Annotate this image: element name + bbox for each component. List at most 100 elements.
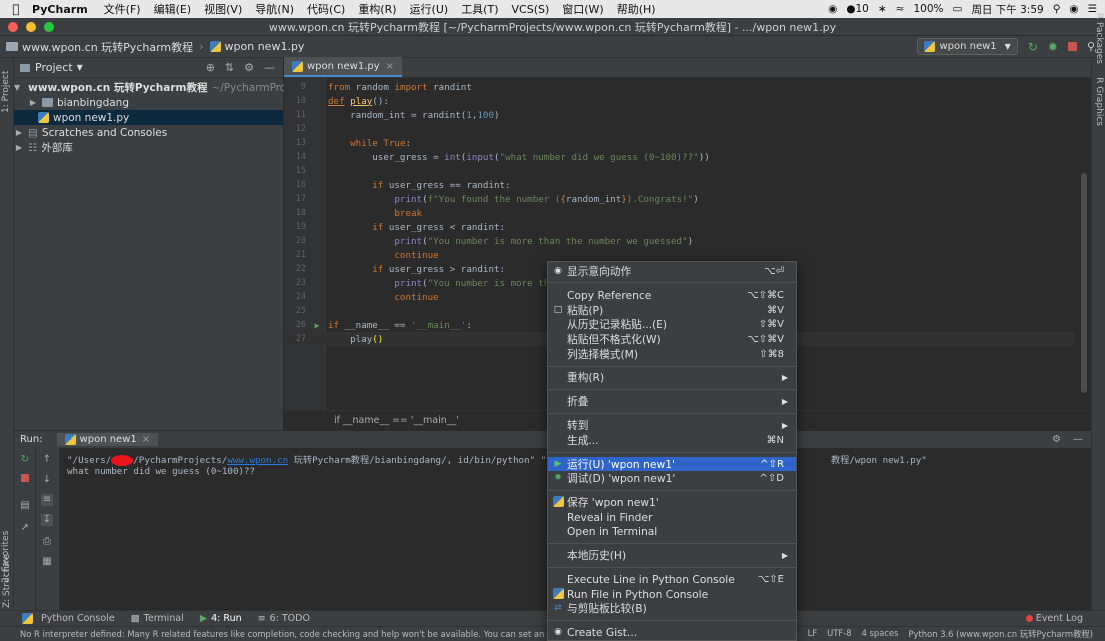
tool-python-console[interactable]: Python Console xyxy=(22,613,115,624)
collapse-arrow-icon[interactable]: ▶ xyxy=(28,98,38,107)
menu-item-open-terminal[interactable]: Open in Terminal xyxy=(548,524,796,538)
tool-tab-project[interactable]: 1: Project xyxy=(1,71,11,113)
tool-tab-structure[interactable]: Z: Structure xyxy=(2,554,12,608)
wechat-icon[interactable]: ◉ xyxy=(828,3,837,15)
app-menu[interactable]: PyCharm xyxy=(32,3,88,16)
tree-item-wpon-new1[interactable]: wpon new1.py xyxy=(14,110,283,125)
console-link[interactable]: www.wpon.cn xyxy=(227,455,288,466)
menu-refactor[interactable]: 重构(R) xyxy=(358,1,396,17)
menu-item-execute-line-console[interactable]: Execute Line in Python Console ⌥⇧E xyxy=(548,572,796,586)
menu-window[interactable]: 窗口(W) xyxy=(562,1,603,17)
debug-icon[interactable]: ✹ xyxy=(1048,40,1058,54)
hide-icon[interactable]: — xyxy=(264,61,275,74)
menu-item-debug[interactable]: ✹ 调试(D) 'wpon new1' ^⇧D xyxy=(548,471,796,485)
tool-tab-r-graphics[interactable]: R Graphics xyxy=(1094,77,1104,126)
collapse-arrow-icon[interactable]: ▶ xyxy=(14,143,24,152)
menu-item-paste-plain[interactable]: 粘贴但不格式化(W) ⌥⇧⌘V xyxy=(548,332,796,346)
menu-item-refactor[interactable]: 重构(R) ▶ xyxy=(548,370,796,384)
status-message[interactable]: No R interpreter defined: Many R related… xyxy=(20,629,604,639)
zoom-window-button[interactable] xyxy=(44,22,54,32)
menu-item-run[interactable]: ▶ 运行(U) 'wpon new1' ^⇧R xyxy=(548,457,796,471)
submenu-arrow-icon: ▶ xyxy=(781,550,788,560)
bluetooth-icon[interactable]: ∗ xyxy=(878,3,887,15)
menu-item-save-config[interactable]: 保存 'wpon new1' xyxy=(548,495,796,509)
stop-icon[interactable] xyxy=(1067,42,1077,51)
soft-wrap-icon[interactable]: ≡ xyxy=(41,494,53,506)
scroll-down-icon[interactable]: ↓ xyxy=(41,474,53,486)
gear-icon[interactable]: ⚙ xyxy=(244,61,254,74)
menu-item-compare-clipboard[interactable]: ⇄ 与剪贴板比较(B) xyxy=(548,601,796,615)
menu-run[interactable]: 运行(U) xyxy=(410,1,449,17)
run-configuration-select[interactable]: wpon new1 ▼ xyxy=(917,38,1018,55)
restore-layout-icon[interactable]: ▤ xyxy=(19,500,31,512)
chevron-down-icon[interactable]: ▼ xyxy=(77,63,83,72)
run-gutter-icon[interactable]: ▶ xyxy=(310,321,324,330)
breadcrumb-file[interactable]: wpon new1.py xyxy=(209,40,304,53)
menu-item-generate[interactable]: 生成... ⌘N xyxy=(548,433,796,447)
menu-item-paste-history[interactable]: 从历史记录粘贴...(E) ⇧⌘V xyxy=(548,317,796,331)
rerun-icon[interactable]: ↻ xyxy=(1028,40,1038,54)
menu-vcs[interactable]: VCS(S) xyxy=(512,3,550,16)
menu-item-column-selection[interactable]: 列选择模式(M) ⇧⌘8 xyxy=(548,347,796,361)
menu-item-folding[interactable]: 折叠 ▶ xyxy=(548,394,796,408)
menu-item-create-gist[interactable]: ◉ Create Gist... xyxy=(548,625,796,639)
interpreter-widget[interactable]: Python 3.6 (www.wpon.cn 玩转Pycharm教程) xyxy=(909,628,1094,640)
qq-icon[interactable]: ●10 xyxy=(846,3,869,15)
menu-item-goto[interactable]: 转到 ▶ xyxy=(548,418,796,432)
menu-edit[interactable]: 编辑(E) xyxy=(154,1,192,17)
tool-tab-r-packages[interactable]: R Packages xyxy=(1094,13,1104,64)
project-panel-title[interactable]: Project xyxy=(35,61,73,74)
line-separator-widget[interactable]: LF xyxy=(808,628,817,640)
encoding-widget[interactable]: UTF-8 xyxy=(827,628,851,640)
tree-item-project-root[interactable]: ▼ www.wpon.cn 玩转Pycharm教程 ~/PycharmProje… xyxy=(14,80,306,95)
tree-item-bianbingdang[interactable]: ▶ bianbingdang xyxy=(14,95,283,110)
rerun-icon[interactable]: ↻ xyxy=(19,454,31,466)
trash-icon[interactable]: ▦ xyxy=(41,556,53,568)
gear-icon[interactable]: ⚙ xyxy=(1052,434,1061,445)
battery-percent[interactable]: 100% xyxy=(913,3,943,15)
tool-run[interactable]: ▶ 4: Run xyxy=(200,613,242,624)
expand-arrow-icon[interactable]: ▼ xyxy=(14,83,20,92)
editor-tab-wpon-new1[interactable]: wpon new1.py × xyxy=(284,57,403,77)
scroll-up-icon[interactable]: ↑ xyxy=(41,454,53,466)
hide-icon[interactable]: — xyxy=(1073,434,1083,445)
menu-item-show-intention[interactable]: ◉ 显示意向动作 ⌥⏎ xyxy=(548,264,796,278)
menu-file[interactable]: 文件(F) xyxy=(104,1,141,17)
pin-icon[interactable]: ➚ xyxy=(19,522,31,534)
menu-item-copy-reference[interactable]: Copy Reference ⌥⇧⌘C xyxy=(548,288,796,302)
run-tab-wpon-new1[interactable]: wpon new1 × xyxy=(56,433,159,446)
close-window-button[interactable] xyxy=(8,22,18,32)
menu-item-local-history[interactable]: 本地历史(H) ▶ xyxy=(548,548,796,562)
stop-icon[interactable] xyxy=(19,474,31,486)
apple-menu-icon[interactable]:  xyxy=(0,2,32,16)
menu-item-paste[interactable]: □ 粘贴(P) ⌘V xyxy=(548,303,796,317)
tree-item-scratches[interactable]: ▶ ▤ Scratches and Consoles xyxy=(14,125,283,140)
spotlight-search-icon[interactable]: ⚲ xyxy=(1053,3,1061,15)
tool-terminal[interactable]: ▩ Terminal xyxy=(131,613,184,624)
menu-item-reveal-finder[interactable]: Reveal in Finder xyxy=(548,510,796,524)
close-tab-icon[interactable]: × xyxy=(142,434,150,445)
tool-event-log[interactable]: Event Log xyxy=(1025,613,1105,624)
locate-icon[interactable]: ⊕ xyxy=(206,61,215,74)
menu-navigate[interactable]: 导航(N) xyxy=(255,1,294,17)
clock[interactable]: 周日 下午 3:59 xyxy=(971,2,1043,17)
print-icon[interactable]: ⎙ xyxy=(41,536,53,548)
menu-help[interactable]: 帮助(H) xyxy=(617,1,656,17)
breadcrumb-project[interactable]: www.wpon.cn 玩转Pycharm教程 xyxy=(6,39,193,55)
tree-item-external-libraries[interactable]: ▶ ☷ 外部库 xyxy=(14,140,283,155)
editor-scrollbar[interactable] xyxy=(1081,173,1087,393)
close-tab-icon[interactable]: × xyxy=(386,61,394,72)
tool-todo[interactable]: ≡ 6: TODO xyxy=(258,613,310,624)
siri-icon[interactable]: ◉ xyxy=(1069,3,1078,15)
collapse-arrow-icon[interactable]: ▶ xyxy=(14,128,24,137)
minimize-window-button[interactable] xyxy=(26,22,36,32)
menu-item-run-file-console[interactable]: Run File in Python Console xyxy=(548,587,796,601)
menu-code[interactable]: 代码(C) xyxy=(307,1,345,17)
collapse-all-icon[interactable]: ⇅ xyxy=(225,61,234,74)
wifi-icon[interactable]: ≈ xyxy=(896,3,905,15)
python-icon xyxy=(553,588,564,600)
scroll-to-end-icon[interactable]: ↧ xyxy=(41,514,53,526)
menu-tools[interactable]: 工具(T) xyxy=(461,1,498,17)
indent-widget[interactable]: 4 spaces xyxy=(862,628,899,640)
menu-view[interactable]: 视图(V) xyxy=(204,1,242,17)
